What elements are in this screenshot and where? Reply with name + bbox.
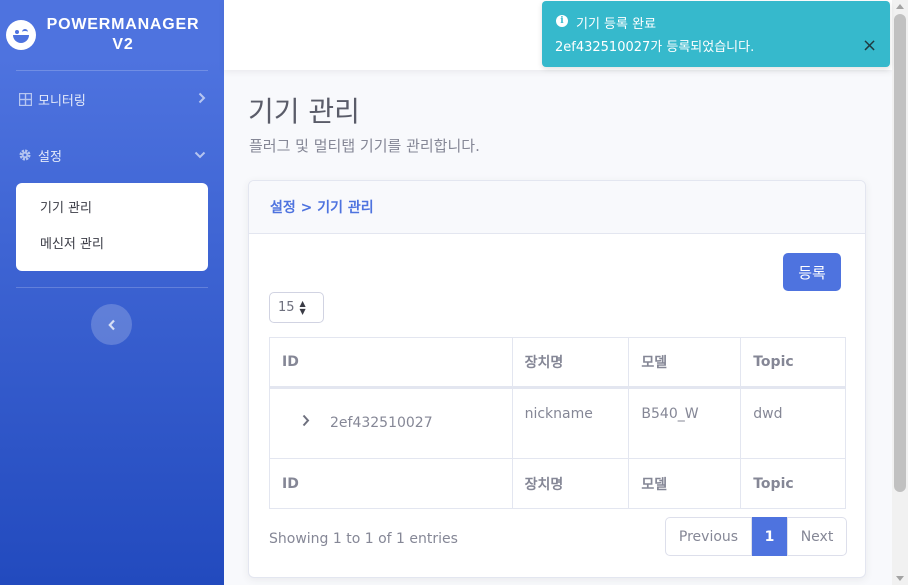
scroll-down-arrow-icon[interactable] xyxy=(896,576,904,581)
device-table: ID 장치명 모델 Topic 2ef432510027 nickname B5… xyxy=(269,337,846,509)
toast-title: 기기 등록 완료 xyxy=(576,17,657,32)
cell-topic: dwd xyxy=(740,387,846,459)
sidebar-item-label: 설정 xyxy=(38,149,62,165)
grid-icon xyxy=(18,92,32,106)
sort-arrows-icon: ▲ ▼ xyxy=(299,298,306,316)
info-icon: i xyxy=(556,15,568,27)
table-footer-row: ID 장치명 모델 Topic xyxy=(269,458,846,509)
close-icon[interactable]: × xyxy=(862,37,877,55)
settings-submenu: 기기 관리 메신저 관리 xyxy=(16,183,208,271)
sidebar-item-monitoring[interactable]: 모니터링 xyxy=(0,71,224,127)
sidebar-item-label: 모니터링 xyxy=(38,93,86,109)
column-footer-name: 장치명 xyxy=(511,458,630,509)
page-length-select[interactable]: 15 ▲ ▼ xyxy=(269,292,324,323)
gear-icon xyxy=(18,148,32,162)
column-header-name[interactable]: 장치명 xyxy=(511,337,630,389)
next-page-button[interactable]: Next xyxy=(787,517,847,556)
device-card: 설정 > 기기 관리 등록 15 ▲ ▼ ID 장치명 모델 Topic 2ef… xyxy=(248,180,866,578)
cell-name: nickname xyxy=(511,387,630,459)
device-id: 2ef432510027 xyxy=(330,414,433,431)
table-info: Showing 1 to 1 of 1 entries xyxy=(269,531,458,547)
page-subtitle: 플러그 및 멀티탭 기기를 관리합니다. xyxy=(249,137,480,155)
toast-notification: i 기기 등록 완료 2ef432510027가 등록되었습니다. × xyxy=(542,1,890,67)
column-header-model[interactable]: 모델 xyxy=(628,337,742,389)
page-length-value: 15 xyxy=(278,300,295,315)
brand-version: V2 xyxy=(112,36,134,53)
sidebar-divider xyxy=(16,287,208,288)
toast-message: 2ef432510027가 등록되었습니다. xyxy=(555,40,755,55)
cell-model: B540_W xyxy=(628,387,742,459)
column-footer-model: 모델 xyxy=(628,458,742,509)
card-header: 설정 > 기기 관리 xyxy=(249,181,865,234)
scrollbar-thumb[interactable] xyxy=(894,14,906,492)
page-1-button[interactable]: 1 xyxy=(752,517,787,556)
sidebar-toggle-button[interactable] xyxy=(91,304,132,345)
winking-face-icon xyxy=(6,20,36,50)
chevron-right-icon xyxy=(198,92,206,107)
pagination: Previous 1 Next xyxy=(665,517,847,556)
breadcrumb: 설정 > 기기 관리 xyxy=(270,200,374,216)
chevron-left-icon xyxy=(107,319,115,330)
sidebar-item-settings[interactable]: 설정 xyxy=(0,127,224,183)
previous-page-button[interactable]: Previous xyxy=(665,517,752,556)
sidebar: POWERMANAGER V2 모니터링 설정 기기 관리 메신저 관리 xyxy=(0,0,224,585)
scrollbar[interactable] xyxy=(892,0,908,585)
brand[interactable]: POWERMANAGER V2 xyxy=(0,0,224,70)
submenu-item-device-management[interactable]: 기기 관리 xyxy=(16,191,208,227)
expand-row-chevron-icon[interactable] xyxy=(302,412,310,431)
column-footer-topic: Topic xyxy=(740,458,846,509)
page-title: 기기 관리 xyxy=(248,95,360,128)
submenu-item-messenger-management[interactable]: 메신저 관리 xyxy=(16,227,208,263)
scroll-up-arrow-icon[interactable] xyxy=(896,4,904,9)
column-header-id[interactable]: ID xyxy=(269,337,513,389)
column-header-topic[interactable]: Topic xyxy=(740,337,846,389)
table-row[interactable]: 2ef432510027 nickname B540_W dwd xyxy=(269,387,846,459)
column-footer-id: ID xyxy=(269,458,513,509)
chevron-down-icon xyxy=(194,148,206,162)
brand-name: POWERMANAGER xyxy=(46,16,200,33)
table-header-row: ID 장치명 모델 Topic xyxy=(269,337,846,389)
register-button[interactable]: 등록 xyxy=(783,253,841,291)
cell-id: 2ef432510027 xyxy=(269,387,513,459)
brand-text: POWERMANAGER V2 xyxy=(36,15,224,55)
